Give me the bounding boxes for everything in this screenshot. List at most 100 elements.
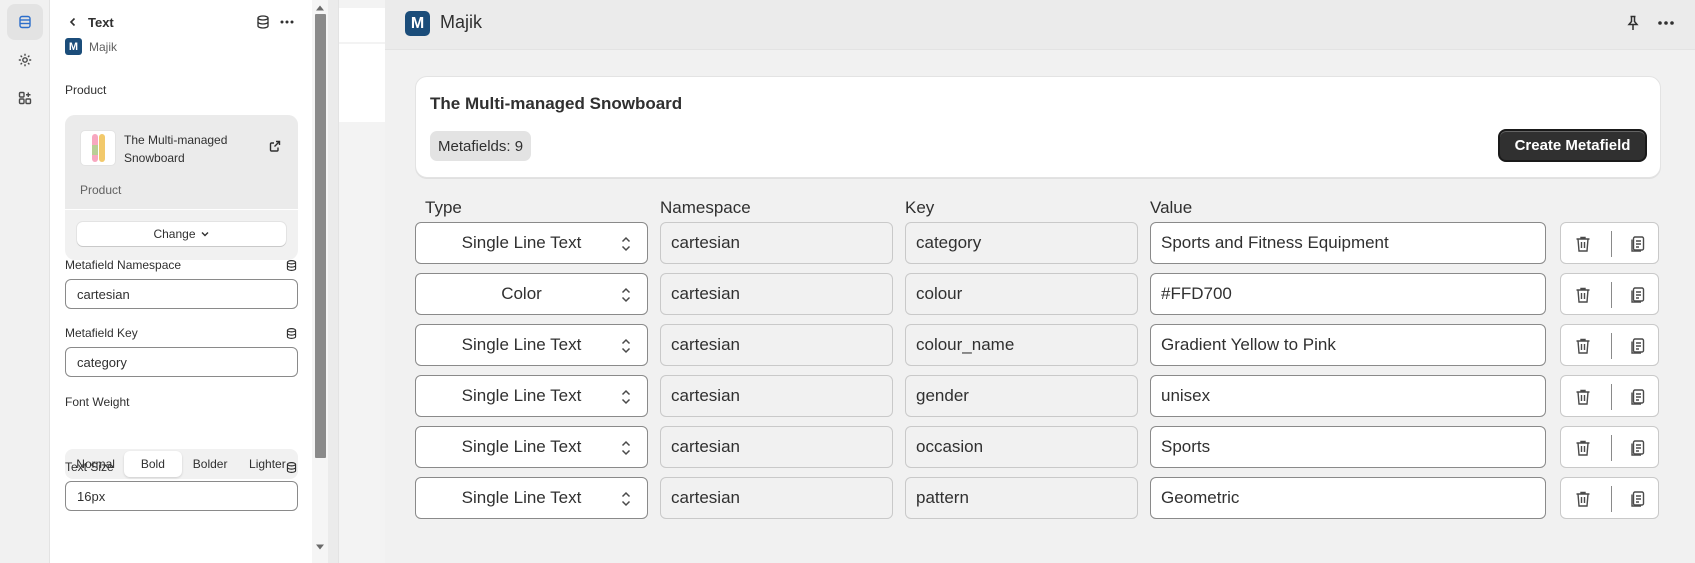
metafields-count-badge: Metafields: 9 <box>430 131 532 161</box>
copy-icon[interactable] <box>1628 285 1648 305</box>
more-icon[interactable] <box>1656 14 1676 32</box>
settings-button[interactable] <box>7 42 43 78</box>
column-header-type: Type <box>425 198 462 217</box>
trash-icon[interactable] <box>1573 285 1593 305</box>
text-size-label: Text Size <box>65 460 114 474</box>
chevron-down-icon <box>201 232 209 237</box>
metafield-row: Single Line Text cartesian occasion Spor… <box>415 426 1659 468</box>
database-icon[interactable] <box>255 14 271 30</box>
product-thumbnail <box>80 130 116 166</box>
key-field[interactable]: gender <box>905 375 1138 417</box>
type-select[interactable]: Single Line Text <box>415 477 648 519</box>
key-field[interactable]: colour <box>905 273 1138 315</box>
sections-button[interactable] <box>7 4 43 40</box>
row-actions <box>1560 477 1659 519</box>
value-field[interactable]: Geometric <box>1150 477 1546 519</box>
value-field[interactable]: Gradient Yellow to Pink <box>1150 324 1546 366</box>
namespace-field[interactable]: cartesian <box>660 477 893 519</box>
copy-icon[interactable] <box>1628 438 1648 458</box>
change-button-label: Change <box>153 227 196 241</box>
database-icon[interactable] <box>285 461 298 474</box>
namespace-input[interactable]: cartesian <box>65 279 298 309</box>
metafield-row: Single Line Text cartesian colour_name G… <box>415 324 1659 366</box>
type-select[interactable]: Single Line Text <box>415 222 648 264</box>
type-select[interactable]: Color <box>415 273 648 315</box>
select-chevrons-icon <box>621 389 631 405</box>
type-select[interactable]: Single Line Text <box>415 375 648 417</box>
block-settings-panel: Text M Majik Product The Multi-managed S… <box>50 0 312 563</box>
preview-frame-gutter <box>328 0 338 563</box>
external-link-icon[interactable] <box>268 139 282 153</box>
app-title: Majik <box>440 12 483 32</box>
column-header-namespace: Namespace <box>660 198 751 217</box>
value-field[interactable]: unisex <box>1150 375 1546 417</box>
app-name: Majik <box>89 39 118 54</box>
namespace-field[interactable]: cartesian <box>660 426 893 468</box>
sections-icon <box>19 15 31 29</box>
product-section-label: Product <box>65 83 107 97</box>
copy-icon[interactable] <box>1628 234 1648 254</box>
product-title: The Multi-managed Snowboard <box>430 94 683 113</box>
value-field[interactable]: #FFD700 <box>1150 273 1546 315</box>
trash-icon[interactable] <box>1573 489 1593 509</box>
apps-icon <box>18 91 32 105</box>
create-metafield-button[interactable]: Create Metafield <box>1498 129 1647 162</box>
namespace-field[interactable]: cartesian <box>660 324 893 366</box>
metafield-row: Color cartesian colour #FFD700 <box>415 273 1659 315</box>
trash-icon[interactable] <box>1573 336 1593 356</box>
namespace-field[interactable]: cartesian <box>660 273 893 315</box>
namespace-field[interactable]: cartesian <box>660 222 893 264</box>
row-actions <box>1560 273 1659 315</box>
type-select-value: Single Line Text <box>461 437 582 456</box>
type-select-value: Single Line Text <box>461 488 582 507</box>
text-size-input[interactable]: 16px <box>65 481 298 511</box>
type-select-value: Single Line Text <box>461 386 582 405</box>
type-select[interactable]: Single Line Text <box>415 426 648 468</box>
app-logo: M <box>405 11 430 36</box>
key-field[interactable]: colour_name <box>905 324 1138 366</box>
apps-button[interactable] <box>7 80 43 116</box>
select-chevrons-icon <box>621 491 631 507</box>
key-label: Metafield Key <box>65 326 138 340</box>
database-icon[interactable] <box>285 327 298 340</box>
font-weight-label: Font Weight <box>65 395 130 409</box>
select-chevrons-icon <box>621 440 631 456</box>
value-field[interactable]: Sports and Fitness Equipment <box>1150 222 1546 264</box>
row-actions <box>1560 222 1659 264</box>
type-select-value: Single Line Text <box>461 335 582 354</box>
copy-icon[interactable] <box>1628 387 1648 407</box>
trash-icon[interactable] <box>1573 438 1593 458</box>
panel-scrollbar-thumb[interactable] <box>315 14 326 458</box>
key-input[interactable]: category <box>65 347 298 377</box>
gear-icon <box>18 53 32 67</box>
key-field[interactable]: occasion <box>905 426 1138 468</box>
database-icon[interactable] <box>285 259 298 272</box>
row-actions <box>1560 426 1659 468</box>
copy-icon[interactable] <box>1628 336 1648 356</box>
scroll-down-icon[interactable] <box>315 543 325 551</box>
trash-icon[interactable] <box>1573 387 1593 407</box>
product-name[interactable]: The Multi-managed Snowboard <box>124 131 244 167</box>
pin-icon[interactable] <box>1624 14 1642 32</box>
product-type-label: Product <box>80 183 122 197</box>
select-chevrons-icon <box>621 287 631 303</box>
key-field[interactable]: category <box>905 222 1138 264</box>
namespace-field[interactable]: cartesian <box>660 375 893 417</box>
editor-icon-rail <box>0 0 50 563</box>
trash-icon[interactable] <box>1573 234 1593 254</box>
metafield-row: Single Line Text cartesian pattern Geome… <box>415 477 1659 519</box>
value-field[interactable]: Sports <box>1150 426 1546 468</box>
row-actions <box>1560 375 1659 417</box>
scroll-up-icon[interactable] <box>315 4 325 12</box>
row-actions <box>1560 324 1659 366</box>
type-select[interactable]: Single Line Text <box>415 324 648 366</box>
key-field[interactable]: pattern <box>905 477 1138 519</box>
chevron-left-icon[interactable] <box>66 15 80 29</box>
change-product-button[interactable]: Change <box>77 222 286 246</box>
product-picker-card: The Multi-managed Snowboard Product Chan… <box>65 115 298 260</box>
app-modal: M Majik The Multi-managed Snowboard Meta… <box>385 0 1695 563</box>
select-chevrons-icon <box>621 338 631 354</box>
app-header: M Majik <box>385 0 1695 50</box>
copy-icon[interactable] <box>1628 489 1648 509</box>
more-icon[interactable] <box>279 14 295 30</box>
